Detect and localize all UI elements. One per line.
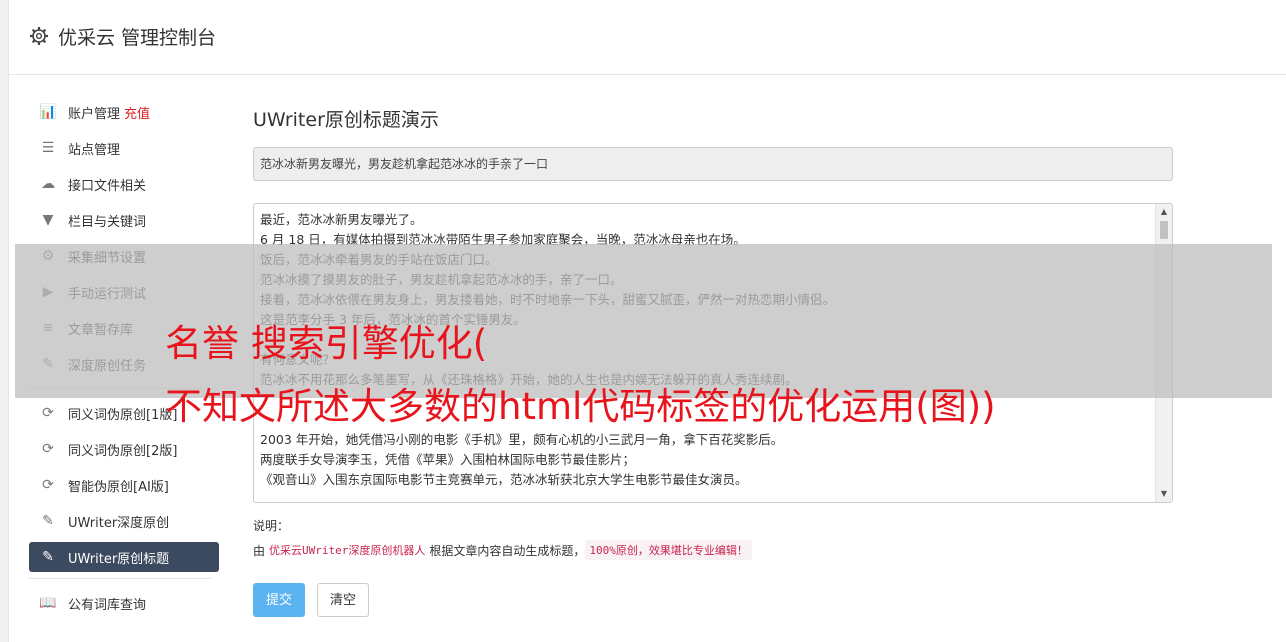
clear-button[interactable]: 清空 [317,583,370,617]
robot-name-code: 优采云UWriter深度原创机器人 [269,544,426,557]
overlay-headline-1: 名誉 搜索引擎优化( [165,322,488,365]
sidebar-item-group1-3[interactable]: ▼ 栏目与关键词 [29,202,219,238]
sidebar-item-label: 同义词伪原创[1版] [68,407,178,423]
sidebar-divider [29,578,211,579]
original-claim-code: 100%原创，效果堪比专业编辑！ [585,540,752,560]
sidebar-item-label: 接口文件相关 [68,178,147,194]
cloud-upload-icon: ☁ [41,176,55,192]
sidebar-item-label: 栏目与关键词 [68,214,147,230]
server-icon: ☰ [41,140,55,156]
bar-chart-icon: 📊 [39,104,57,120]
sidebar-item-label: 智能伪原创[AI版] [68,479,169,495]
note-text: 由 优采云UWriter深度原创机器人 根据文章内容自动生成标题， 100%原创… [253,540,1173,560]
note-prefix: 由 [253,543,266,558]
page-title: UWriter原创标题演示 [253,109,439,131]
scroll-up-icon[interactable]: ▲ [1156,204,1172,220]
content-line: 最近，范冰冰新男友曝光了。 [260,212,423,227]
sidebar-item-label: 公有词库查询 [68,597,147,613]
sidebar-item-group1-2[interactable]: ☁ 接口文件相关 [29,166,219,202]
scroll-down-icon[interactable]: ▼ [1156,486,1172,502]
sidebar-item-group1-1[interactable]: ☰ 站点管理 [29,130,219,166]
sidebar-item-label: UWriter深度原创 [68,515,170,531]
sidebar-item-group1-0[interactable]: 📊 账户管理 充值 [29,94,219,130]
sidebar-item-group2-1[interactable]: ⟳ 同义词伪原创[2版] [29,431,219,467]
app-title: 优采云 管理控制台 [58,27,217,49]
submit-button[interactable]: 提交 [253,583,306,617]
form-buttons: 提交 清空 [253,583,1173,617]
scroll-thumb[interactable] [1160,221,1168,239]
edit-icon: ✎ [42,513,54,529]
generated-title-field[interactable]: 范冰冰新男友曝光，男友趁机拿起范冰冰的手亲了一口 [253,147,1173,181]
sidebar-item-label: 账户管理 [68,106,121,122]
edit-icon: ✎ [42,549,54,565]
sidebar-item-label: UWriter原创标题 [68,551,170,567]
page-header: 优采云 管理控制台 [9,0,1286,75]
sidebar-item-group3-0[interactable]: 📖 公有词库查询 [29,585,219,621]
overlay-banner [15,244,1272,398]
content-line: 2003 年开始，她凭借冯小刚的电影《手机》里，颇有心机的小三武月一角，拿下百花… [260,432,784,447]
sidebar-item-group2-3[interactable]: ✎ UWriter深度原创 [29,503,219,539]
gear-icon [30,27,48,45]
recharge-link[interactable]: 充值 [124,103,150,122]
refresh-icon: ⟳ [42,405,54,421]
sidebar-item-label: 同义词伪原创[2版] [68,443,178,459]
refresh-icon: ⟳ [42,477,54,493]
content-line: 两度联手女导演李玉，凭借《苹果》入围柏林国际电影节最佳影片； [260,452,636,467]
sidebar-item-label: 站点管理 [68,142,121,158]
filter-icon: ▼ [42,212,54,228]
sidebar-item-group2-4[interactable]: ✎ UWriter原创标题 [29,542,219,572]
note-label: 说明： [253,519,290,533]
book-icon: 📖 [39,595,57,611]
content-line: 《观音山》入围东京国际电影节主竞赛单元，范冰冰斩获北京大学生电影节最佳女演员。 [260,472,748,487]
sidebar-item-group2-2[interactable]: ⟳ 智能伪原创[AI版] [29,467,219,503]
note-middle: 根据文章内容自动生成标题， [429,543,586,558]
overlay-headline-2: 不知文所述大多数的html代码标签的优化运用(图)) [165,385,996,428]
refresh-icon: ⟳ [42,441,54,457]
